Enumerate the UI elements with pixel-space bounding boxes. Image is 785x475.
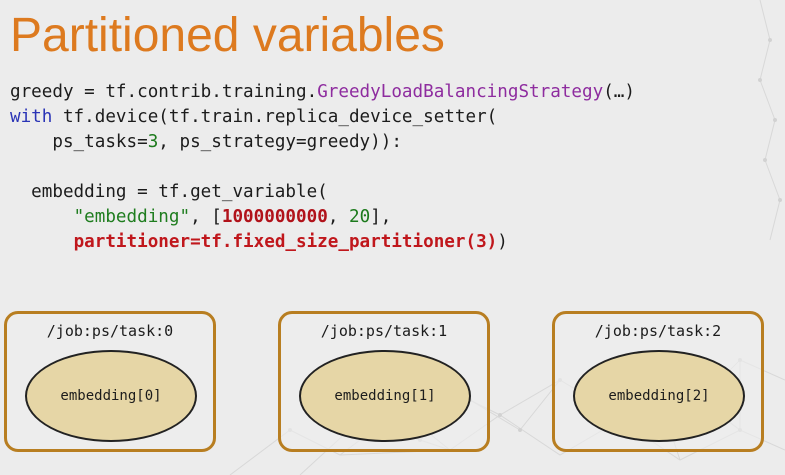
task-label: /job:ps/task:2 (594, 322, 722, 340)
code-line-1: greedy = tf.contrib.training.GreedyLoadB… (10, 82, 635, 102)
task-label: /job:ps/task:0 (46, 322, 174, 340)
code-text: ) (497, 232, 508, 252)
task-label: /job:ps/task:1 (320, 322, 448, 340)
code-text: , (327, 207, 349, 227)
code-text: ps_tasks= (10, 132, 148, 152)
code-text: , ps_strategy=greedy)): (158, 132, 402, 152)
code-text: , [ (190, 207, 222, 227)
code-text: greedy = tf.contrib.training. (10, 82, 318, 102)
code-text: ], (370, 207, 392, 227)
ps-task-box-1: /job:ps/task:1 embedding[1] (278, 311, 490, 452)
code-line-6: "embedding", [1000000000, 20], (10, 207, 392, 227)
code-string: "embedding" (73, 207, 191, 227)
code-number: 20 (349, 207, 371, 227)
shard-label: embedding[1] (334, 388, 436, 404)
code-highlight-number: 1000000000 (221, 207, 328, 227)
variable-shard-ellipse: embedding[1] (299, 350, 471, 442)
code-line-5: embedding = tf.get_variable( (10, 182, 328, 202)
code-line-2: with tf.device(tf.train.replica_device_s… (10, 107, 497, 127)
code-text: tf.device(tf.train.replica_device_setter… (52, 107, 498, 127)
code-text: (…) (603, 82, 635, 102)
code-line-7: partitioner=tf.fixed_size_partitioner(3)… (10, 232, 508, 252)
ps-task-box-0: /job:ps/task:0 embedding[0] (4, 311, 216, 452)
code-partitioner-highlight: partitioner=tf.fixed_size_partitioner(3) (73, 232, 498, 252)
shard-label: embedding[2] (608, 388, 710, 404)
slide-title: Partitioned variables (10, 9, 445, 62)
code-number: 3 (147, 132, 159, 152)
code-block: greedy = tf.contrib.training.GreedyLoadB… (10, 80, 635, 255)
code-text: embedding = tf.get_variable( (10, 182, 328, 202)
code-class-name: GreedyLoadBalancingStrategy (317, 82, 604, 102)
variable-shard-ellipse: embedding[2] (573, 350, 745, 442)
ps-task-box-2: /job:ps/task:2 embedding[2] (552, 311, 764, 452)
code-keyword: with (10, 107, 53, 127)
code-line-3: ps_tasks=3, ps_strategy=greedy)): (10, 132, 402, 152)
variable-shard-ellipse: embedding[0] (25, 350, 197, 442)
shard-label: embedding[0] (60, 388, 162, 404)
